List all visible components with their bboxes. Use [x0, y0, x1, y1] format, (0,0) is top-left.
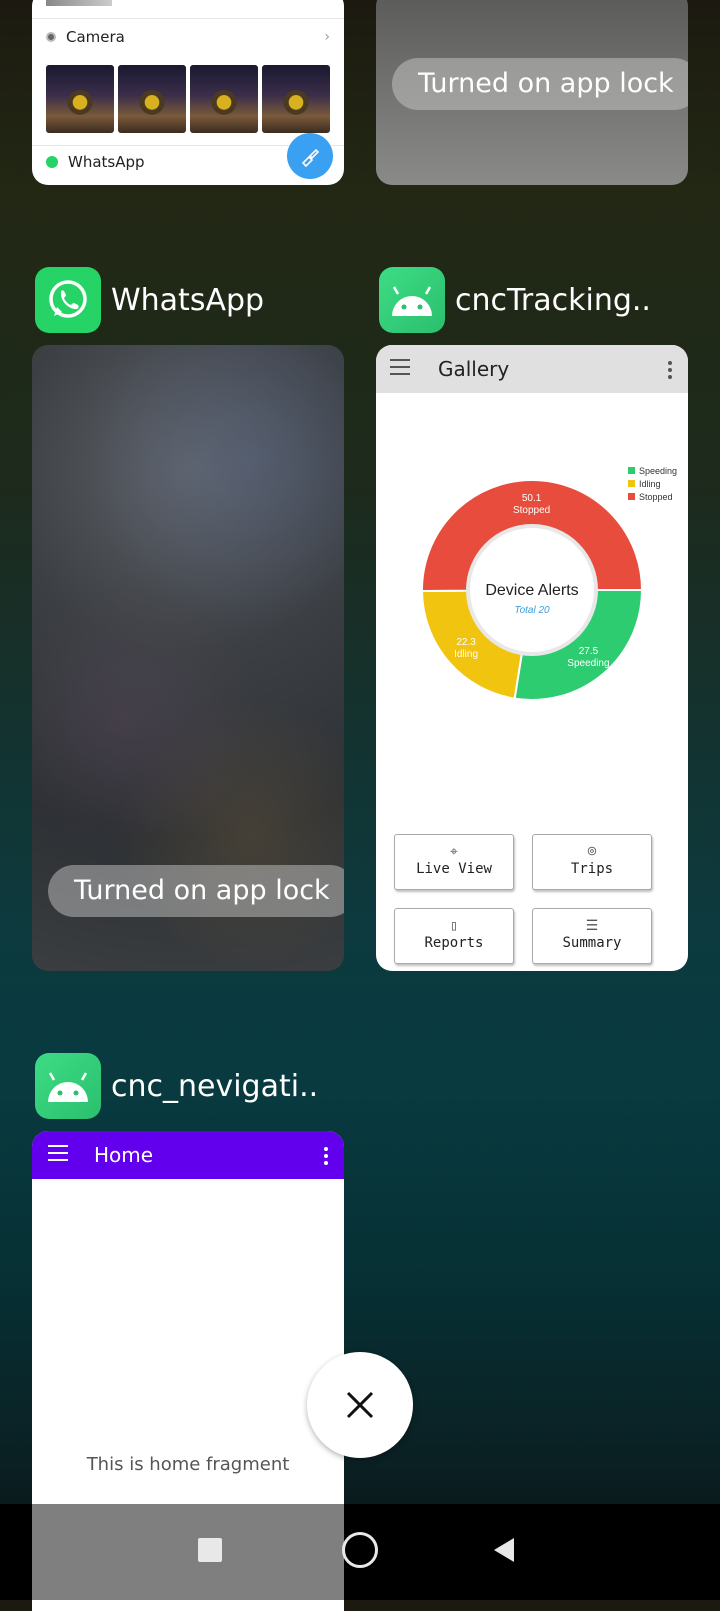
whatsapp-icon — [35, 267, 101, 333]
app-title: WhatsApp — [111, 282, 265, 318]
menu-icon[interactable] — [48, 1145, 68, 1166]
folder-dot-icon — [46, 32, 56, 42]
legend-swatch — [628, 467, 635, 474]
app-header-cnc-navigation[interactable]: cnc_nevigati.. — [35, 1053, 318, 1119]
toolbar-title: Home — [94, 1143, 154, 1167]
toolbar: Gallery — [376, 345, 688, 393]
close-icon — [346, 1391, 374, 1419]
recent-card-cnc-tracking[interactable]: Gallery 27.5 Speeding 22.3 Idling 50.1 Stoppe… — [376, 345, 688, 971]
home-fragment-text: This is home fragment — [86, 1454, 290, 1475]
app-title: cncTracking.. — [455, 282, 651, 318]
button-label: Reports — [424, 935, 484, 951]
slice-name-label: Stopped — [513, 505, 550, 516]
legend-label: Idling — [639, 479, 661, 489]
location-pin-icon: ⌾ — [587, 844, 597, 860]
home-circle-icon[interactable] — [342, 1532, 378, 1568]
camera-label: Camera — [66, 28, 125, 46]
live-view-button[interactable]: ⌖ Live View — [394, 834, 514, 890]
photo-thumbnail — [118, 65, 186, 133]
reports-button[interactable]: ▯ Reports — [394, 908, 514, 964]
button-label: Trips — [570, 861, 614, 877]
app-lock-notice: Turned on app lock — [392, 58, 688, 110]
clean-brush-button[interactable] — [287, 133, 333, 179]
app-title: cnc_nevigati.. — [111, 1068, 319, 1104]
whatsapp-dot-icon — [46, 156, 58, 168]
menu-icon[interactable] — [390, 359, 410, 380]
slice-name-label: Idling — [454, 649, 478, 660]
device-alerts-chart: 27.5Speeding22.3Idling50.1Stopped Device… — [420, 466, 677, 701]
overflow-menu-icon[interactable] — [668, 361, 672, 382]
divider — [32, 18, 344, 19]
crosshair-icon: ⌖ — [450, 844, 458, 860]
legend-label: Speeding — [639, 466, 677, 476]
app-header-cnc-tracking[interactable]: cncTracking.. — [379, 267, 651, 333]
whatsapp-label: WhatsApp — [68, 153, 145, 171]
system-navigation-bar — [0, 1504, 720, 1600]
recent-card-gallery[interactable]: Camera › WhatsApp — [32, 0, 344, 185]
slice-value-label: 27.5 — [579, 646, 599, 657]
app-header-whatsapp[interactable]: WhatsApp — [35, 267, 264, 333]
back-triangle-icon[interactable] — [492, 1536, 516, 1564]
app-lock-notice: Turned on app lock — [48, 865, 344, 917]
recent-card-whatsapp[interactable]: Turned on app lock — [32, 345, 344, 971]
summary-button[interactable]: ☰ Summary — [532, 908, 652, 964]
button-label: Summary — [562, 935, 622, 951]
legend-swatch — [628, 493, 635, 500]
trips-button[interactable]: ⌾ Trips — [532, 834, 652, 890]
toolbar-title: Gallery — [438, 357, 510, 381]
toolbar: Home — [32, 1131, 344, 1179]
chevron-right-icon: › — [324, 29, 330, 45]
recent-card-locked[interactable]: Turned on app lock — [376, 0, 688, 185]
thumbnail-strip — [46, 0, 112, 6]
recents-square-icon[interactable] — [198, 1538, 222, 1562]
card-overflow — [32, 1504, 344, 1600]
slice-name-label: Speeding — [567, 658, 609, 669]
chart-center-title: Device Alerts — [485, 582, 578, 599]
legend-swatch — [628, 480, 635, 487]
brush-icon — [301, 148, 320, 167]
photo-thumbnail — [262, 65, 330, 133]
slice-value-label: 22.3 — [456, 637, 476, 648]
photo-thumbnail — [46, 65, 114, 133]
photo-thumbnail — [190, 65, 258, 133]
overflow-menu-icon[interactable] — [324, 1147, 328, 1168]
slice-value-label: 50.1 — [522, 493, 542, 504]
document-icon: ▯ — [449, 918, 459, 934]
camera-row: Camera › — [46, 28, 330, 46]
button-label: Live View — [416, 861, 492, 877]
android-icon — [35, 1053, 101, 1119]
list-icon: ☰ — [585, 918, 599, 934]
clear-all-button[interactable] — [307, 1352, 413, 1458]
chart-center-subtitle: Total 20 — [514, 605, 550, 616]
legend-label: Stopped — [639, 492, 673, 502]
android-icon — [379, 267, 445, 333]
